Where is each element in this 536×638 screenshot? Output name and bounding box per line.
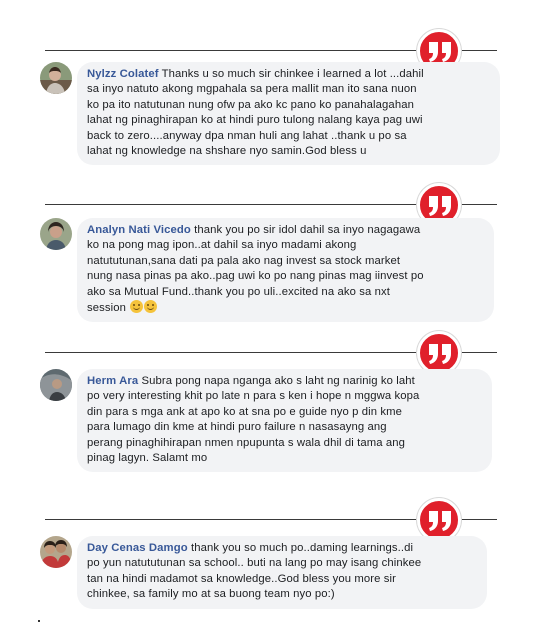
comment-text-line: chinkee, sa family mo at sa buong team n… — [87, 588, 335, 601]
avatar[interactable] — [40, 369, 72, 401]
comment-bubble: Nylzz Colatef Thanks u so much sir chink… — [77, 62, 500, 166]
comment-text-line: lahat ng pinaghirapan ko at hindi puro t… — [87, 114, 423, 127]
comment-author[interactable]: Herm Ara — [87, 375, 138, 387]
comment-text-line: perang pinaghihirapan nmen npupunta s wa… — [87, 436, 406, 449]
comment-text-line: tan na hindi madamot sa knowledge..God b… — [87, 572, 396, 585]
comment-text-line: sa inyo natuto akong mgpahala sa pera ma… — [87, 83, 417, 96]
comment-text-line: session — [87, 302, 127, 315]
comment-text-line: nung nasa pinas pa ako..pag uwi ko po na… — [87, 270, 424, 283]
avatar[interactable] — [40, 218, 72, 250]
comment-text-line: back to zero....anyway dpa nman huli ang… — [87, 129, 407, 142]
stray-dot — [38, 620, 40, 622]
comment-bubble: Analyn Nati Vicedo thank you po sir idol… — [77, 218, 494, 323]
comment-author[interactable]: Analyn Nati Vicedo — [87, 224, 191, 236]
comment-text-line: thank you po sir idol dahil sa inyo naga… — [194, 224, 421, 236]
comment-text-line: pinag lagyn. Salamt mo — [87, 452, 208, 465]
comment-author[interactable]: Day Cenas Damgo — [87, 542, 188, 554]
avatar[interactable] — [40, 536, 72, 568]
comment-text-line: din para s mga ank at apo ko at sna po e… — [87, 405, 402, 418]
comment-text-line: thank you so much po..daming learnings..… — [190, 542, 414, 554]
comment-text-line: natututunan,sana dati pa pala ako nag in… — [87, 254, 401, 267]
smiling-face-emoji-icon — [130, 300, 144, 314]
comment-author[interactable]: Nylzz Colatef — [87, 68, 159, 80]
comment-text-line: po yun natututunan sa school.. buti na l… — [87, 557, 422, 570]
comment-text-line: ako sa Mutual Fund..thank you po uli..ex… — [87, 285, 390, 298]
comment-text-line: Thanks u so much sir chinkee i learned a… — [161, 68, 424, 80]
comment-text-line: lahat ng knowledge na shshare nyo samin.… — [87, 145, 367, 158]
comment-text-line: Subra pong napa nganga ako s laht ng nar… — [141, 375, 415, 387]
comment-text-line: ko pa ito natutunan nung ofw pa ako kc p… — [87, 98, 414, 111]
comment-text-line: para lumago din kme at hindi puro failur… — [87, 421, 387, 434]
smiling-face-emoji-icon — [144, 300, 158, 314]
comment-bubble: Day Cenas Damgo thank you so much po..da… — [77, 536, 487, 609]
avatar[interactable] — [40, 62, 72, 94]
comment-text-line: ko na pong mag ipon..at dahil sa inyo ma… — [87, 239, 357, 252]
comment-bubble: Herm Ara Subra pong napa nganga ako s la… — [77, 369, 492, 473]
comment-text-line: po very interesting khit po late n para … — [87, 390, 420, 403]
